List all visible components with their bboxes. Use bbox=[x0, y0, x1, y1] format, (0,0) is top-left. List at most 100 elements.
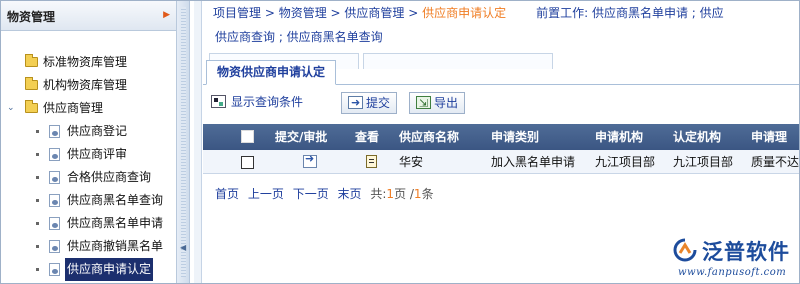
col-supplier-name[interactable]: 供应商名称 bbox=[399, 124, 459, 150]
collapse-arrow-icon[interactable]: ▶ bbox=[163, 10, 170, 20]
submit-button[interactable]: 提交 bbox=[341, 92, 398, 114]
bullet-icon bbox=[36, 130, 39, 133]
last-page-link[interactable]: 末页 bbox=[338, 187, 362, 201]
collapse-left-icon[interactable]: ◀ bbox=[180, 243, 186, 252]
breadcrumb-sep: > bbox=[326, 6, 345, 20]
folder-open-icon bbox=[25, 100, 38, 113]
splitter-grip[interactable] bbox=[181, 7, 186, 277]
pager-page-unit: 页 / bbox=[394, 187, 414, 201]
bullet-icon bbox=[36, 222, 39, 225]
brand-name: 泛普软件 bbox=[702, 240, 790, 264]
col-category[interactable]: 申请类别 bbox=[491, 124, 539, 150]
table-header: 提交/审批 查看 供应商名称 申请类别 申请机构 认定机构 申请理 bbox=[203, 124, 799, 150]
sidebar-item-certification[interactable]: 供应商申请认定 bbox=[1, 258, 177, 281]
data-table: 提交/审批 查看 供应商名称 申请类别 申请机构 认定机构 申请理 华安 加入黑… bbox=[203, 124, 799, 174]
document-icon bbox=[49, 240, 60, 253]
sidebar-item-label: 供应商撤销黑名单 bbox=[67, 239, 164, 253]
breadcrumb-project[interactable]: 项目管理 bbox=[213, 6, 261, 20]
sidebar-item-blacklist-apply[interactable]: 供应商黑名单申请 bbox=[1, 212, 177, 235]
document-icon bbox=[49, 171, 60, 184]
col-reason[interactable]: 申请理 bbox=[751, 124, 799, 150]
export-button[interactable]: 导出 bbox=[409, 92, 466, 114]
col-apply-org[interactable]: 申请机构 bbox=[595, 124, 643, 150]
tab-supplier-certification[interactable]: 物资供应商申请认定 bbox=[206, 60, 337, 85]
document-icon bbox=[49, 263, 60, 276]
prerequisite-links[interactable]: 前置工作: 供应商黑名单申请 ; 供应 bbox=[536, 6, 724, 20]
export-label: 导出 bbox=[434, 96, 459, 110]
inactive-tab[interactable] bbox=[363, 53, 553, 69]
col-view[interactable]: 查看 bbox=[355, 124, 379, 150]
pager-total-items: 1 bbox=[413, 187, 422, 201]
sidebar: 物资管理 ▶ 标准物资库管理 机构物资库管理 ⌄ 供应商管理 供应商登记 供应商… bbox=[1, 1, 177, 283]
sidebar-header[interactable]: 物资管理 ▶ bbox=[1, 1, 176, 31]
brand-logo-icon bbox=[673, 238, 697, 262]
submit-label: 提交 bbox=[366, 96, 391, 110]
pager: 首页 上一页 下一页 末页 共:1页 /1条 bbox=[215, 185, 439, 202]
prev-page-link[interactable]: 上一页 bbox=[248, 187, 284, 201]
table-row[interactable]: 华安 加入黑名单申请 九江项目部 九江项目部 质量不达 bbox=[203, 150, 799, 174]
bullet-icon bbox=[36, 176, 39, 179]
sidebar-item-label: 供应商申请认定 bbox=[65, 258, 154, 281]
brand-logo: 泛普软件 www.fanpusoft.com bbox=[672, 233, 796, 281]
divider bbox=[194, 1, 202, 283]
sidebar-item-label: 标准物资库管理 bbox=[43, 55, 128, 69]
breadcrumb-sep: > bbox=[404, 6, 423, 20]
sidebar-title: 物资管理 bbox=[7, 10, 56, 24]
sidebar-item-label: 供应商评审 bbox=[67, 147, 128, 161]
document-icon bbox=[49, 194, 60, 207]
select-all-checkbox[interactable] bbox=[241, 130, 254, 143]
sidebar-splitter[interactable]: ◀ bbox=[177, 1, 190, 283]
cell-reason: 质量不达 bbox=[751, 155, 799, 169]
folder-icon bbox=[25, 54, 38, 67]
tab-bar: 物资供应商申请认定 bbox=[203, 47, 799, 85]
show-query-button[interactable]: 显示查询条件 bbox=[211, 92, 303, 114]
document-icon bbox=[49, 217, 60, 230]
sidebar-item-supplier-register[interactable]: 供应商登记 bbox=[1, 120, 177, 143]
col-cert-org[interactable]: 认定机构 bbox=[673, 124, 721, 150]
cell-supplier-name: 华安 bbox=[399, 155, 424, 169]
cell-cert-org: 九江项目部 bbox=[673, 155, 734, 169]
sidebar-item-supplier-management[interactable]: ⌄ 供应商管理 bbox=[1, 97, 177, 120]
bullet-icon bbox=[36, 199, 39, 202]
row-checkbox[interactable] bbox=[241, 156, 254, 169]
bullet-icon bbox=[36, 268, 39, 271]
nav-tree: 标准物资库管理 机构物资库管理 ⌄ 供应商管理 供应商登记 供应商评审 合格供应… bbox=[1, 51, 177, 281]
folder-icon bbox=[25, 77, 38, 90]
sidebar-item-standard-materials[interactable]: 标准物资库管理 bbox=[1, 51, 177, 74]
col-submit[interactable]: 提交/审批 bbox=[275, 124, 327, 150]
next-page-link[interactable]: 下一页 bbox=[293, 187, 329, 201]
document-icon bbox=[49, 125, 60, 138]
first-page-link[interactable]: 首页 bbox=[215, 187, 239, 201]
expand-caret-icon[interactable]: ⌄ bbox=[7, 97, 15, 120]
cell-apply-org: 九江项目部 bbox=[595, 155, 656, 169]
filter-icon bbox=[211, 95, 226, 108]
bullet-icon bbox=[36, 153, 39, 156]
sidebar-item-label: 合格供应商查询 bbox=[67, 170, 152, 184]
pager-total-prefix: 共: bbox=[370, 187, 387, 201]
pager-current-page: 1 bbox=[386, 187, 395, 201]
cell-category: 加入黑名单申请 bbox=[491, 155, 576, 169]
breadcrumb-sep: > bbox=[261, 6, 279, 20]
show-query-label: 显示查询条件 bbox=[231, 95, 304, 109]
sidebar-item-label: 供应商管理 bbox=[43, 101, 104, 115]
sidebar-item-qualified-query[interactable]: 合格供应商查询 bbox=[1, 166, 177, 189]
breadcrumb-supplier[interactable]: 供应商管理 bbox=[344, 6, 404, 20]
pager-item-unit: 条 bbox=[421, 187, 434, 201]
brand-url: www.fanpusoft.com bbox=[678, 267, 787, 278]
bullet-icon bbox=[36, 245, 39, 248]
sidebar-item-blacklist-query[interactable]: 供应商黑名单查询 bbox=[1, 189, 177, 212]
sidebar-item-label: 供应商黑名单申请 bbox=[67, 216, 164, 230]
submit-icon bbox=[348, 93, 363, 113]
sidebar-item-supplier-review[interactable]: 供应商评审 bbox=[1, 143, 177, 166]
submit-row-icon[interactable] bbox=[303, 152, 317, 168]
sidebar-item-label: 供应商黑名单查询 bbox=[67, 193, 164, 207]
sidebar-item-label: 供应商登记 bbox=[67, 124, 128, 138]
document-icon bbox=[49, 148, 60, 161]
breadcrumb-materials[interactable]: 物资管理 bbox=[279, 6, 327, 20]
view-row-icon[interactable] bbox=[366, 155, 377, 168]
sidebar-item-label: 机构物资库管理 bbox=[43, 78, 128, 92]
sidebar-item-org-materials[interactable]: 机构物资库管理 bbox=[1, 74, 177, 97]
breadcrumb: 项目管理 > 物资管理 > 供应商管理 > 供应商申请认定 前置工作: 供应商黑名… bbox=[213, 4, 724, 21]
sidebar-item-blacklist-revoke[interactable]: 供应商撤销黑名单 bbox=[1, 235, 177, 258]
related-links[interactable]: 供应商查询 ; 供应商黑名单查询 bbox=[215, 28, 383, 45]
